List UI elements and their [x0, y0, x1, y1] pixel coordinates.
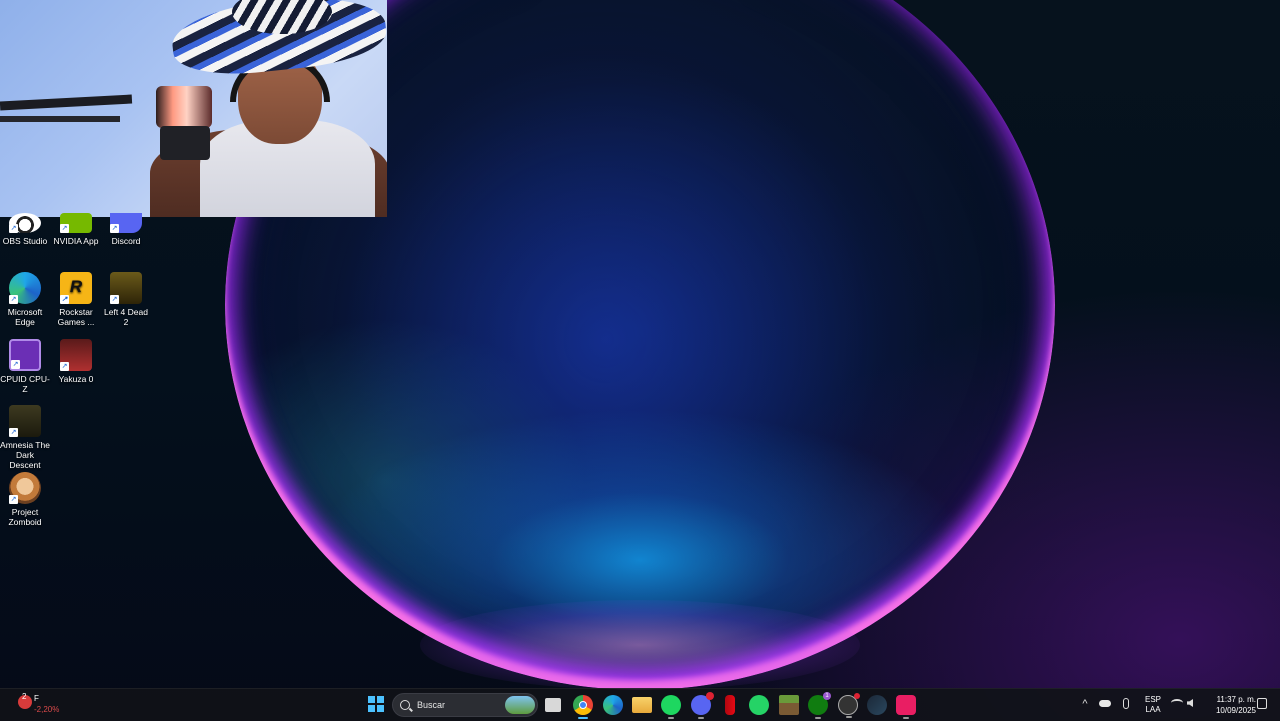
- desktop-icon-label: OBS Studio: [2, 236, 48, 246]
- shortcut-arrow-icon: ↗: [60, 295, 69, 304]
- shortcut-arrow-icon: ↗: [110, 224, 119, 233]
- wifi-icon[interactable]: [1171, 699, 1183, 707]
- desktop-icon-microsoft-edge[interactable]: ↗ Microsoft Edge: [0, 272, 50, 327]
- taskbar: 2 F -2,20% Buscar 1 ^ ESP LAA 11:37 p. m…: [0, 688, 1280, 721]
- chrome-icon: [579, 701, 587, 709]
- clock[interactable]: 11:37 p. m. 10/09/2025: [1206, 694, 1256, 716]
- language-code: ESP: [1144, 695, 1161, 704]
- clock-date: 10/09/2025: [1215, 706, 1256, 715]
- desktop-icon-left-4-dead-2[interactable]: ↗ Left 4 Dead 2: [101, 272, 151, 327]
- microphone: [156, 86, 212, 128]
- taskbar-steam[interactable]: [867, 695, 887, 715]
- left4dead2-icon: ↗: [110, 272, 142, 304]
- desktop-icon-label: Yakuza 0: [58, 374, 94, 384]
- shortcut-arrow-icon: ↗: [60, 362, 69, 371]
- shortcut-arrow-icon: ↗: [9, 495, 18, 504]
- taskbar-minecraft[interactable]: [779, 695, 799, 715]
- shortcut-arrow-icon: ↗: [11, 360, 20, 369]
- desktop-icon-discord[interactable]: ↗ Discord: [101, 213, 151, 246]
- weather-widget[interactable]: 2 F -2,20%: [16, 692, 76, 717]
- desktop-icon-obs[interactable]: ↗ OBS Studio: [0, 213, 50, 246]
- amnesia-icon: ↗: [9, 405, 41, 437]
- taskbar-obs[interactable]: [838, 693, 860, 718]
- zomboid-icon: ↗: [9, 472, 41, 504]
- show-hidden-icons-chevron-icon[interactable]: ^: [1078, 697, 1092, 711]
- desktop-icon-label: CPUID CPU-Z: [0, 374, 50, 394]
- taskbar-tiktok[interactable]: [896, 695, 916, 719]
- wallpaper-glow: [420, 600, 860, 690]
- discord-icon: ↗: [110, 213, 142, 233]
- taskbar-chrome[interactable]: [573, 695, 593, 719]
- start-button[interactable]: [366, 694, 388, 716]
- taskbar-xbox[interactable]: 1: [808, 692, 831, 719]
- taskbar-edge[interactable]: [603, 695, 623, 715]
- taskbar-file-explorer[interactable]: [632, 697, 652, 713]
- desktop-icon-yakuza-0[interactable]: ↗ Yakuza 0: [51, 339, 101, 384]
- volume-icon[interactable]: [1187, 699, 1193, 707]
- taskbar-netflix[interactable]: [725, 695, 735, 715]
- desktop-icon-amnesia[interactable]: ↗ Amnesia The Dark Descent: [0, 405, 50, 470]
- search-icon: [400, 700, 410, 710]
- search-highlight-icon: [505, 696, 535, 714]
- desktop-icon-label: Project Zomboid: [8, 507, 42, 527]
- cpuz-icon: ↗: [9, 339, 41, 371]
- taskbar-spotify[interactable]: [661, 695, 681, 719]
- windows-logo-icon: [368, 696, 375, 703]
- shortcut-arrow-icon: ↗: [9, 224, 18, 233]
- desktop-icon-label: Left 4 Dead 2: [104, 307, 148, 327]
- yakuza0-icon: ↗: [60, 339, 92, 371]
- taskbar-whatsapp[interactable]: [749, 695, 769, 715]
- shortcut-arrow-icon: ↗: [60, 224, 69, 233]
- desktop-icon-label: Amnesia The Dark Descent: [0, 440, 50, 470]
- shortcut-arrow-icon: ↗: [110, 295, 119, 304]
- shortcut-arrow-icon: ↗: [9, 428, 18, 437]
- onedrive-cloud-icon[interactable]: [1099, 700, 1111, 707]
- obs-icon: ↗: [9, 213, 41, 233]
- taskbar-discord[interactable]: [691, 692, 714, 719]
- desktop-icon-project-zomboid[interactable]: ↗ Project Zomboid: [0, 472, 50, 527]
- webcam-overlay: [0, 0, 387, 217]
- keyboard-layout: LAA: [1145, 705, 1161, 714]
- mic-arm: [0, 94, 133, 111]
- search-placeholder: Buscar: [417, 700, 446, 710]
- microphone-mount: [160, 126, 210, 160]
- weather-change: -2,20%: [34, 705, 60, 714]
- weather-unit: F: [34, 694, 39, 703]
- shortcut-arrow-icon: ↗: [9, 295, 18, 304]
- desktop-icon-nvidia-app[interactable]: ↗ NVIDIA App: [51, 213, 101, 246]
- edge-icon: ↗: [9, 272, 41, 304]
- notification-badge: 1: [823, 692, 831, 700]
- rockstar-icon: R ↗: [60, 272, 92, 304]
- desktop-icon-cpuid-cpu-z[interactable]: ↗ CPUID CPU-Z: [0, 339, 50, 394]
- task-view-button[interactable]: [545, 698, 561, 712]
- desktop-icon-label: Microsoft Edge: [7, 307, 43, 327]
- search-box[interactable]: Buscar: [392, 693, 538, 717]
- desktop-icon-label: Rockstar Games ...: [57, 307, 95, 327]
- nvidia-icon: ↗: [60, 213, 92, 233]
- notifications-icon[interactable]: [1257, 698, 1267, 709]
- microphone-icon[interactable]: [1123, 698, 1129, 709]
- notification-badge: [706, 692, 714, 700]
- clock-time: 11:37 p. m.: [1216, 695, 1256, 704]
- weather-badge: 2: [22, 692, 27, 701]
- desktop-icon-label: Discord: [111, 236, 141, 246]
- mic-arm-lower: [0, 116, 120, 122]
- recording-indicator: [854, 693, 860, 699]
- desktop-icon-label: NVIDIA App: [53, 236, 99, 246]
- desktop-icon-rockstar-games[interactable]: R ↗ Rockstar Games ...: [51, 272, 101, 327]
- language-indicator[interactable]: ESP LAA: [1143, 695, 1163, 715]
